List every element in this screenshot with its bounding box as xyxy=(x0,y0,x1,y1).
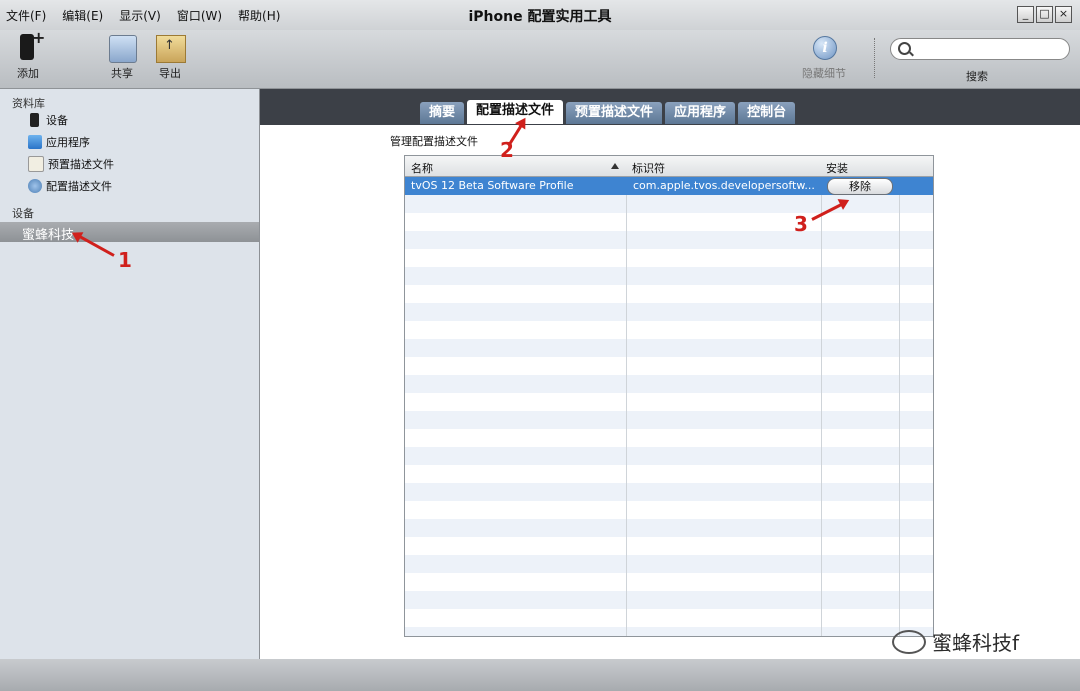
hide-details-button[interactable]: i 隐藏细节 xyxy=(802,32,846,81)
column-divider xyxy=(821,156,822,636)
add-device-icon: + xyxy=(12,28,45,62)
sidebar-item-apps[interactable]: 应用程序 xyxy=(28,133,90,151)
window-controls: _ □ × xyxy=(1017,6,1072,23)
device-icon xyxy=(30,113,39,127)
sidebar: 资料库 设备 应用程序 预置描述文件 配置描述文件 设备 蜜蜂科技 xyxy=(0,89,260,659)
sidebar-item-label: 配置描述文件 xyxy=(46,180,112,193)
profiles-table: 名称 标识符 安装 tvOS 12 Beta Software Profile … xyxy=(404,155,934,637)
profile-identifier-cell: com.apple.tvos.developersoftw... xyxy=(633,179,815,192)
library-header: 资料库 xyxy=(12,97,45,110)
add-label: 添加 xyxy=(17,67,39,80)
status-bar xyxy=(0,659,1080,691)
tab-applications[interactable]: 应用程序 xyxy=(665,102,736,124)
sidebar-item-provisioning-profiles[interactable]: 预置描述文件 xyxy=(28,155,114,173)
watermark-text: 蜜蜂科技f xyxy=(932,631,1020,655)
add-button[interactable]: + 添加 xyxy=(12,28,45,81)
column-divider xyxy=(626,156,627,636)
section-label: 管理配置描述文件 xyxy=(390,135,478,148)
share-button[interactable]: 共享 xyxy=(106,32,138,81)
share-icon xyxy=(106,32,138,63)
window-title: iPhone 配置实用工具 xyxy=(468,9,612,25)
share-label: 共享 xyxy=(111,67,133,80)
minimize-button[interactable]: _ xyxy=(1017,6,1034,23)
device-name: 蜜蜂科技 xyxy=(22,228,75,243)
close-button[interactable]: × xyxy=(1055,6,1072,23)
table-header: 名称 标识符 安装 xyxy=(405,156,933,177)
title-bar: 文件(F) 编辑(E) 显示(V) 窗口(W) 帮助(H) iPhone 配置实… xyxy=(0,0,1080,30)
toolbar: + 添加 共享 ↑ 导出 i 隐藏细节 搜索 xyxy=(0,28,1080,89)
app-window: 文件(F) 编辑(E) 显示(V) 窗口(W) 帮助(H) iPhone 配置实… xyxy=(0,0,1080,691)
export-button[interactable]: ↑ 导出 xyxy=(154,32,186,81)
tab-bar: 摘要 配置描述文件 预置描述文件 应用程序 控制台 xyxy=(420,100,798,124)
sidebar-item-selected-device[interactable]: 蜜蜂科技 xyxy=(0,222,259,243)
search-label: 搜索 xyxy=(966,70,988,83)
hide-details-label: 隐藏细节 xyxy=(802,67,846,80)
configuration-profile-icon xyxy=(28,179,42,193)
sidebar-item-label: 设备 xyxy=(46,114,68,127)
sidebar-item-devices[interactable]: 设备 xyxy=(28,111,68,129)
column-header-name[interactable]: 名称 xyxy=(411,160,433,176)
maximize-button[interactable]: □ xyxy=(1036,6,1053,23)
column-header-identifier[interactable]: 标识符 xyxy=(632,160,665,176)
column-header-install[interactable]: 安装 xyxy=(826,160,848,176)
info-icon: i xyxy=(808,32,840,62)
search-input[interactable] xyxy=(890,38,1070,60)
export-label: 导出 xyxy=(159,67,181,80)
export-box-icon: ↑ xyxy=(154,32,186,63)
wechat-icon xyxy=(892,629,926,654)
annotation-number: 1 xyxy=(118,248,132,272)
table-row[interactable]: tvOS 12 Beta Software Profile com.apple.… xyxy=(405,177,933,195)
annotation-number: 3 xyxy=(794,212,808,236)
column-divider xyxy=(899,156,900,636)
tab-console[interactable]: 控制台 xyxy=(738,102,796,124)
tab-configuration-profiles[interactable]: 配置描述文件 xyxy=(467,100,564,124)
tab-provisioning-profiles[interactable]: 预置描述文件 xyxy=(566,102,663,124)
watermark: 蜜蜂科技f xyxy=(892,627,1019,656)
tab-summary[interactable]: 摘要 xyxy=(420,102,465,124)
devices-header: 设备 xyxy=(12,207,34,220)
sidebar-item-configuration-profiles[interactable]: 配置描述文件 xyxy=(28,177,112,195)
profile-name-cell: tvOS 12 Beta Software Profile xyxy=(411,179,574,192)
content-panel: 管理配置描述文件 名称 标识符 安装 tvOS 12 Beta Software… xyxy=(260,125,1080,659)
toolbar-separator xyxy=(874,38,875,78)
sidebar-item-label: 应用程序 xyxy=(46,136,90,149)
app-store-icon xyxy=(28,135,42,149)
sidebar-item-label: 预置描述文件 xyxy=(48,158,114,171)
table-body xyxy=(405,177,933,636)
search-icon xyxy=(898,42,911,55)
sort-ascending-icon xyxy=(611,163,619,169)
provisioning-profile-icon xyxy=(28,156,44,172)
remove-button[interactable]: 移除 xyxy=(827,178,893,195)
